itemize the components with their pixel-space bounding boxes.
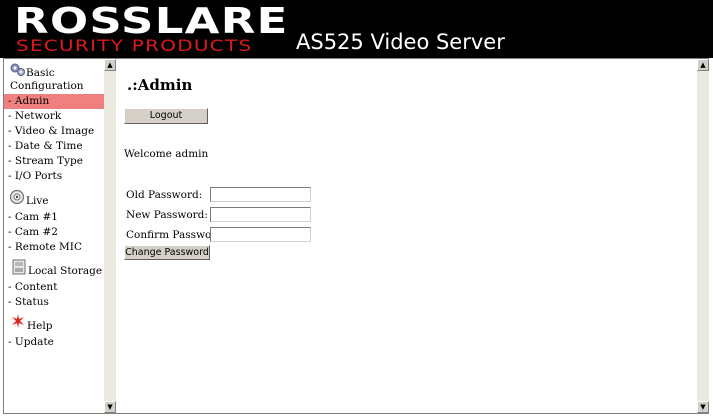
sidebar-item-video-image[interactable]: - Video & Image	[4, 124, 104, 139]
product-title: AS525 Video Server	[296, 30, 505, 54]
scroll-down-arrow-icon[interactable]: ▼	[697, 401, 709, 413]
sidebar-item-content[interactable]: - Content	[4, 280, 104, 295]
camera-icon	[9, 189, 25, 205]
sidebar-section-label: Local Storage	[28, 265, 103, 277]
sidebar-item-update[interactable]: - Update	[4, 335, 104, 350]
gears-icon	[10, 63, 25, 76]
sidebar-section-help[interactable]: Help	[4, 313, 104, 335]
main-content: .:Admin Logout Welcome admin Old Passwor…	[117, 59, 697, 413]
sidebar-section-local-storage[interactable]: Local Storage	[4, 258, 104, 280]
sidebar-section-label: Basic	[26, 67, 55, 79]
change-password-button[interactable]: Change Password	[124, 245, 210, 260]
confirm-password-input[interactable]	[210, 227, 311, 242]
scrollbar-track[interactable]	[104, 71, 116, 401]
scroll-up-arrow-icon[interactable]: ▲	[697, 59, 709, 71]
scroll-up-arrow-icon[interactable]: ▲	[104, 59, 116, 71]
old-password-label: Old Password:	[126, 189, 203, 201]
sidebar-section-live[interactable]: Live	[4, 188, 104, 210]
page-title: .:Admin	[127, 76, 193, 94]
sidebar-item-io-ports[interactable]: - I/O Ports	[4, 169, 104, 184]
sidebar-item-status[interactable]: - Status	[4, 295, 104, 310]
sidebar-section-basic-configuration[interactable]: Basic Configuration	[4, 63, 104, 93]
sidebar-item-remote-mic[interactable]: - Remote MIC	[4, 240, 104, 255]
new-password-input[interactable]	[210, 207, 311, 222]
sidebar-section-label: Live	[26, 195, 49, 207]
brand-subtitle: SECURITY PRODUCTS	[16, 36, 253, 55]
logout-button[interactable]: Logout	[124, 108, 208, 124]
sidebar-item-date-time[interactable]: - Date & Time	[4, 139, 104, 154]
scroll-down-arrow-icon[interactable]: ▼	[104, 401, 116, 413]
welcome-message: Welcome admin	[124, 148, 209, 160]
sidebar-item-cam-2[interactable]: - Cam #2	[4, 225, 104, 240]
storage-icon	[12, 259, 26, 275]
sidebar-section-label: Help	[27, 320, 53, 332]
scrollbar-track[interactable]	[697, 71, 709, 401]
sidebar-item-admin[interactable]: - Admin	[4, 94, 104, 109]
sidebar-item-network[interactable]: - Network	[4, 109, 104, 124]
sidebar-nav: Basic Configuration - Admin - Network - …	[4, 59, 104, 413]
sidebar-item-stream-type[interactable]: - Stream Type	[4, 154, 104, 169]
header-banner: ROSSLARE SECURITY PRODUCTS AS525 Video S…	[0, 0, 713, 58]
new-password-label: New Password:	[126, 209, 208, 221]
old-password-input[interactable]	[210, 187, 311, 202]
sidebar-scrollbar[interactable]: ▲ ▼	[104, 59, 116, 413]
sidebar-section-label: Configuration	[10, 80, 84, 92]
sidebar-item-cam-1[interactable]: - Cam #1	[4, 210, 104, 225]
help-icon	[12, 314, 24, 328]
main-scrollbar[interactable]: ▲ ▼	[697, 59, 709, 413]
